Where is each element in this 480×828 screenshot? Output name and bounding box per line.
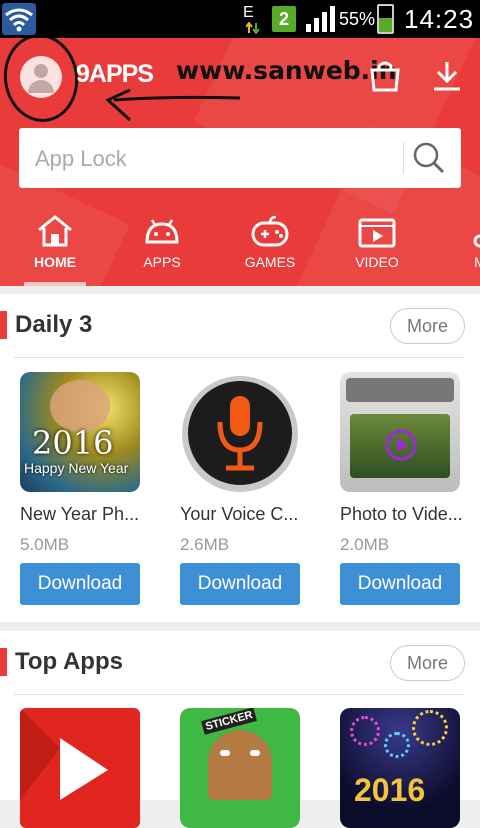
app-thumbnail[interactable] (180, 372, 300, 492)
tab-label: MU (474, 254, 480, 270)
more-button[interactable]: More (390, 308, 465, 344)
download-manager-icon[interactable] (432, 60, 462, 92)
active-tab-indicator (24, 282, 86, 286)
tab-label: VIDEO (355, 254, 399, 270)
app-card[interactable]: Your Voice C... 2.6MB Download (180, 372, 320, 622)
gamepad-icon (251, 215, 289, 247)
section-top-apps: Top Apps More STICKER 2016 (0, 631, 480, 828)
app-thumbnail[interactable]: 2016 (340, 708, 460, 828)
app-thumbnail[interactable]: 2016 Happy New Year (20, 372, 140, 492)
app-size: 5.0MB (20, 535, 70, 554)
tab-music[interactable]: MU (430, 208, 480, 286)
tab-label: HOME (34, 254, 76, 270)
section-daily: Daily 3 More 2016 Happy New Year New Yea… (0, 294, 480, 622)
watermark-text: www.sanweb.in (176, 56, 397, 85)
sim2-badge: 2 (272, 6, 296, 32)
download-button[interactable]: Download (180, 563, 300, 605)
app-name: Your Voice C... (180, 504, 299, 524)
more-button[interactable]: More (390, 645, 465, 681)
tab-home[interactable]: HOME (0, 208, 110, 286)
download-button[interactable]: Download (20, 563, 140, 605)
annotation-arrow (105, 88, 241, 122)
play-arrow-icon (20, 708, 108, 800)
battery-percent: 55% (339, 9, 376, 29)
app-card[interactable]: Photo to Vide... 2.0MB Download (340, 372, 480, 622)
tab-games[interactable]: GAMES (215, 208, 325, 286)
app-size: 2.6MB (180, 535, 230, 554)
app-logo: 9APPS (76, 60, 154, 88)
thumbnail-subtitle: Happy New Year (24, 460, 129, 476)
app-name: Photo to Vide... (340, 504, 463, 524)
thumbnail-label: 2016 (354, 772, 426, 808)
app-card[interactable]: STICKER (180, 708, 320, 828)
app-card[interactable]: 2016 (340, 708, 480, 828)
wifi-icon (2, 3, 36, 35)
section-title: Top Apps (15, 648, 123, 675)
search-divider (403, 142, 404, 174)
play-icon (385, 429, 417, 461)
search-icon[interactable] (411, 140, 447, 176)
app-header: 9APPS www.sanweb.in App Lock HOME APPS G… (0, 38, 480, 286)
network-type-indicator: E (243, 4, 254, 21)
app-size: 2.0MB (340, 535, 390, 554)
app-thumbnail[interactable] (340, 372, 460, 492)
section-accent-bar (0, 311, 7, 339)
microphone-icon (217, 396, 263, 471)
tab-label: APPS (143, 254, 181, 270)
thumbnail-title: 2016 (32, 424, 114, 462)
tab-video[interactable]: VIDEO (322, 208, 432, 286)
app-thumbnail[interactable]: STICKER (180, 708, 300, 828)
status-bar: E 2 55% 14:23 (0, 0, 480, 38)
annotation-circle (0, 38, 84, 127)
video-icon (358, 218, 396, 248)
music-icon (473, 234, 480, 248)
section-title: Daily 3 (15, 311, 93, 338)
section-accent-bar (0, 648, 7, 676)
tab-apps[interactable]: APPS (107, 208, 217, 286)
android-icon (145, 219, 179, 244)
app-thumbnail[interactable] (20, 708, 140, 828)
signal-icon (306, 6, 335, 32)
section-divider (14, 694, 465, 695)
app-name: New Year Ph... (20, 504, 140, 524)
category-tabs: HOME APPS GAMES VIDEO M (0, 208, 480, 286)
home-icon (38, 215, 72, 247)
search-input[interactable]: App Lock (35, 146, 127, 172)
battery-icon (377, 4, 394, 34)
data-arrows-icon (246, 22, 260, 34)
download-button[interactable]: Download (340, 563, 460, 605)
app-card[interactable] (20, 708, 160, 828)
clock: 14:23 (404, 4, 475, 34)
search-bar[interactable]: App Lock (19, 128, 461, 188)
tab-label: GAMES (244, 254, 296, 270)
section-divider (14, 357, 465, 358)
app-card[interactable]: 2016 Happy New Year New Year Ph... 5.0MB… (20, 372, 160, 622)
shopping-bag-icon[interactable] (368, 60, 402, 92)
